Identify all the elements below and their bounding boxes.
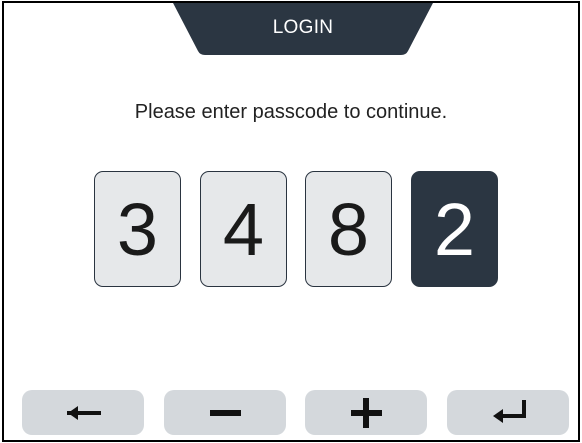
passcode-digit-3[interactable]: 8 bbox=[305, 171, 392, 287]
enter-button[interactable] bbox=[447, 390, 569, 435]
passcode-digit-4[interactable]: 2 bbox=[411, 171, 498, 287]
minus-icon bbox=[210, 410, 241, 416]
increment-button[interactable] bbox=[305, 390, 427, 435]
page-title: LOGIN bbox=[272, 17, 334, 38]
enter-return-icon bbox=[493, 400, 526, 423]
decrement-button[interactable] bbox=[164, 390, 286, 435]
passcode-digit-2[interactable]: 4 bbox=[200, 171, 287, 287]
arrow-left-icon bbox=[67, 406, 101, 420]
passcode-prompt: Please enter passcode to continue. bbox=[134, 101, 448, 123]
plus-icon bbox=[351, 398, 382, 428]
passcode-digit-1[interactable]: 3 bbox=[94, 171, 181, 287]
title-tab: LOGIN bbox=[172, 3, 434, 57]
back-button[interactable] bbox=[22, 390, 144, 435]
login-screen: LOGIN Please enter passcode to continue.… bbox=[2, 1, 580, 442]
